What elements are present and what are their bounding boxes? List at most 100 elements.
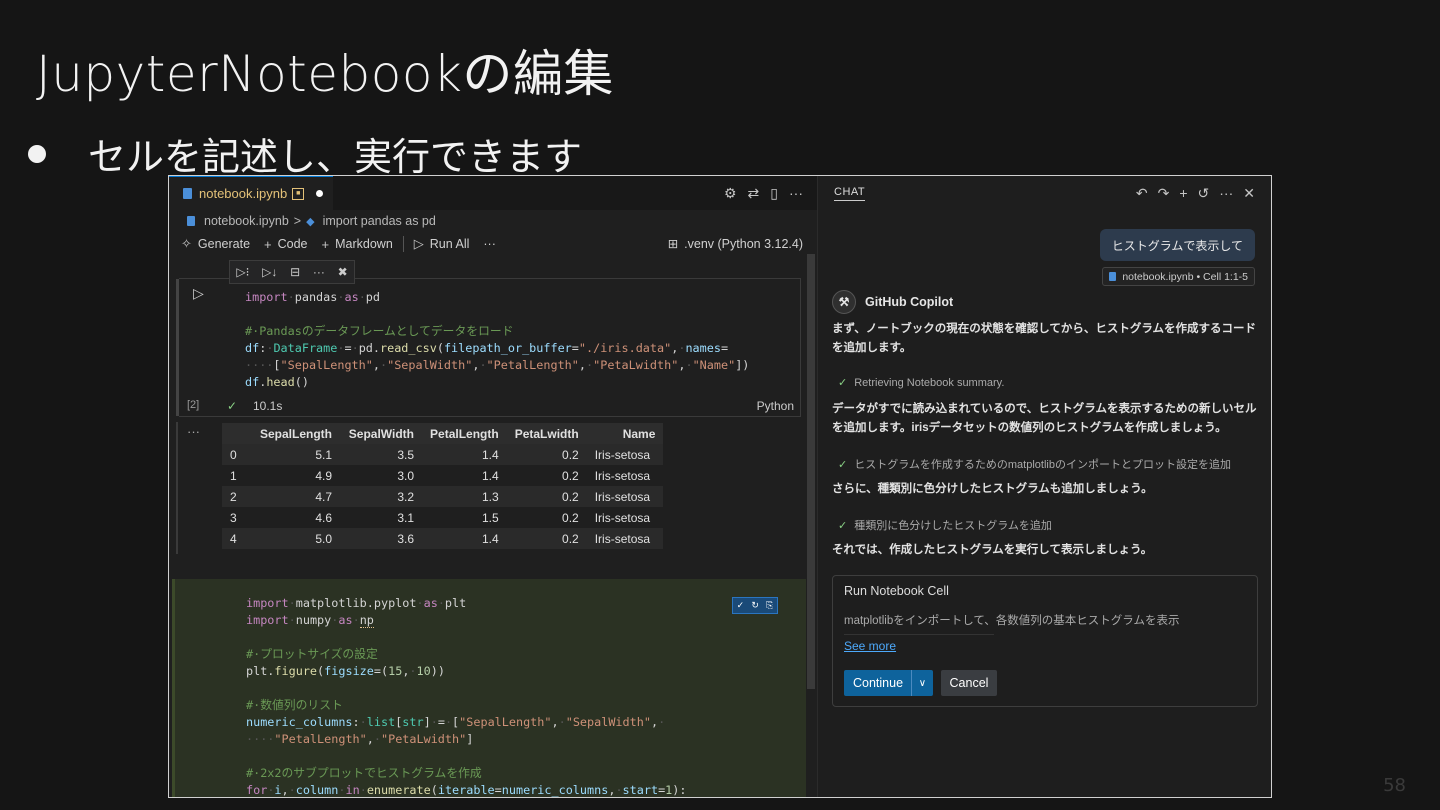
- notebook-file-icon: [183, 188, 192, 199]
- bullet-text: セルを記述し、実行できます: [88, 135, 583, 179]
- chevron-down-icon[interactable]: ∨: [910, 670, 933, 696]
- sparkle-icon: ✧: [181, 236, 192, 251]
- dataframe-output: SepalLength SepalWidth PetalLength PetaL…: [222, 423, 664, 549]
- see-more-link[interactable]: See more: [844, 639, 896, 653]
- table-header: SepalLength: [252, 423, 341, 444]
- table-cell: 2: [222, 486, 252, 507]
- cell-2-code[interactable]: import·matplotlib.pyplot·as·plt import·n…: [246, 595, 687, 797]
- history-icon[interactable]: ↺: [1198, 185, 1210, 202]
- generate-button[interactable]: ✧ Generate: [181, 236, 250, 252]
- assistant-message-2: データがすでに読み込まれているので、ヒストグラムを表示するための新しいセルを追加…: [832, 403, 1257, 434]
- breadcrumb-file[interactable]: notebook.ipynb: [204, 214, 289, 228]
- add-code-button[interactable]: + Code: [264, 237, 307, 252]
- plus-icon: +: [321, 236, 330, 252]
- undo-icon[interactable]: ↶: [1136, 185, 1148, 202]
- table-row: 0 5.1 3.5 1.4 0.2 Iris-setosa: [222, 444, 664, 465]
- editor-scrollbar[interactable]: [807, 254, 815, 689]
- unsaved-dot-icon[interactable]: [316, 190, 324, 197]
- gear-icon[interactable]: ⚙: [724, 185, 737, 202]
- cell-more-icon[interactable]: ···: [313, 265, 325, 279]
- add-markdown-button[interactable]: + Markdown: [322, 237, 393, 252]
- cancel-button[interactable]: Cancel: [941, 670, 997, 696]
- code-cell-2-inline-diff[interactable]: ✓ ↻ ⎘ import·matplotlib.pyplot·as·plt im…: [172, 579, 806, 797]
- table-cell: 0.2: [506, 444, 587, 465]
- table-cell: 1.4: [422, 444, 507, 465]
- accept-icon[interactable]: ✓: [737, 600, 745, 611]
- breadcrumb-symbol[interactable]: import pandas as pd: [323, 214, 436, 228]
- tab-notebook[interactable]: notebook.ipynb ■: [169, 176, 334, 211]
- execution-count: [2]: [187, 399, 200, 411]
- success-check-icon: ✓: [227, 399, 238, 413]
- table-header: PetalLength: [422, 423, 507, 444]
- markdown-label: Markdown: [335, 237, 393, 251]
- assistant-message-3: さらに、種類別に色分けしたヒストグラムも追加しましょう。: [832, 483, 1153, 495]
- breadcrumb: notebook.ipynb > ◆ import pandas as pd: [169, 210, 817, 232]
- run-cell-icon[interactable]: ▷: [193, 285, 204, 302]
- reference-chip[interactable]: notebook.ipynb • Cell 1:1-5: [1102, 267, 1255, 286]
- table-cell: 3.2: [340, 486, 423, 507]
- code-cell-1[interactable]: ▷ import·pandas·as·pd #·Pandasのデータフレームとし…: [176, 278, 801, 417]
- cell-1-status: [2] ✓ 10.1s Python: [179, 399, 800, 417]
- copy-icon[interactable]: ⎘: [766, 600, 773, 611]
- table-cell: Iris-setosa: [594, 468, 651, 483]
- cell-focus-bar: [176, 279, 179, 416]
- run-above-icon[interactable]: ▷⁝: [236, 265, 249, 279]
- output-bar: [176, 422, 178, 554]
- table-cell: Iris-setosa: [594, 510, 651, 525]
- check-icon: ✓: [838, 377, 848, 389]
- toolbar-divider: [402, 236, 404, 252]
- breadcrumb-file-icon: [187, 216, 195, 226]
- vscode-screenshot: notebook.ipynb ■ ⚙ ⇄ ▯ ··· notebook.ipyn…: [168, 175, 1272, 798]
- cell-1-code[interactable]: import·pandas·as·pd #·Pandasのデータフレームとしてデ…: [245, 289, 749, 391]
- slide-bullet: セルを記述し、実行できます: [26, 126, 582, 181]
- table-cell: 1.3: [422, 486, 507, 507]
- chat-actions: ↶ ↷ + ↺ ··· ✕: [1136, 185, 1255, 202]
- table-cell: Iris-setosa: [586, 444, 664, 465]
- fade-divider: [844, 634, 994, 635]
- cell-toolbar: ▷⁝ ▷↓ ⊟ ··· ✖: [229, 260, 355, 284]
- split-editor-icon[interactable]: ▯: [770, 185, 778, 202]
- progress-step-2: ✓ ヒストグラムを作成するためのmatplotlibのインポートとプロット設定を追…: [838, 456, 1231, 472]
- progress-step-1: ✓ Retrieving Notebook summary.: [838, 376, 1005, 390]
- chat-title[interactable]: CHAT: [834, 186, 866, 201]
- preview-icon: ■: [292, 187, 305, 200]
- user-message: ヒストグラムで表示して: [1099, 229, 1255, 261]
- delete-cell-icon[interactable]: ✖: [338, 265, 348, 279]
- chat-header: CHAT ↶ ↷ + ↺ ··· ✕: [818, 176, 1271, 210]
- table-cell: 0.2: [562, 510, 579, 525]
- table-cell: 1: [230, 468, 237, 483]
- new-chat-icon[interactable]: +: [1179, 185, 1187, 202]
- kernel-icon: ⊞: [667, 237, 679, 251]
- table-cell: 3.1: [397, 510, 415, 525]
- step-label: Retrieving Notebook summary.: [854, 376, 1005, 389]
- table-cell: 0.2: [506, 528, 587, 549]
- bullet-dot-icon: [28, 144, 46, 163]
- generate-label: Generate: [197, 237, 251, 251]
- redo-icon[interactable]: ↷: [1158, 185, 1170, 202]
- table-cell: 0.2: [562, 468, 579, 483]
- table-header: Name: [586, 423, 664, 444]
- table-row: 3 4.6 3.1 1.5 0.2 Iris-setosa: [222, 507, 663, 528]
- table-header-row: SepalLength SepalWidth PetalLength PetaL…: [222, 423, 664, 444]
- compare-icon[interactable]: ⇄: [748, 185, 760, 202]
- undo-icon[interactable]: ↻: [751, 600, 759, 611]
- output-more-icon[interactable]: ···: [187, 424, 200, 439]
- more-icon[interactable]: ···: [1219, 185, 1233, 202]
- run-all-button[interactable]: ▷ Run All: [414, 236, 470, 252]
- cell-language[interactable]: Python: [757, 399, 794, 413]
- table-cell: 1.4: [422, 528, 507, 549]
- close-icon[interactable]: ✕: [1243, 185, 1255, 202]
- continue-button[interactable]: Continue ∨: [844, 670, 933, 696]
- kernel-picker[interactable]: ⊞ .venv (Python 3.12.4): [667, 236, 803, 252]
- toolbar-more-button[interactable]: ···: [483, 237, 496, 251]
- continue-label: Continue: [853, 676, 904, 690]
- split-cell-icon[interactable]: ⊟: [290, 265, 300, 279]
- more-actions-icon[interactable]: ···: [789, 185, 803, 202]
- table-header: [222, 423, 252, 444]
- run-below-icon[interactable]: ▷↓: [262, 265, 277, 279]
- check-icon: ✓: [838, 458, 848, 471]
- wrench-icon: ⚒: [832, 290, 856, 314]
- editor-actions: ⚙ ⇄ ▯ ···: [724, 185, 803, 202]
- assistant-message-1: まず、ノートブックの現在の状態を確認してから、ヒストグラムを作成するコードを追加…: [832, 323, 1257, 354]
- table-cell: 1.5: [482, 510, 499, 525]
